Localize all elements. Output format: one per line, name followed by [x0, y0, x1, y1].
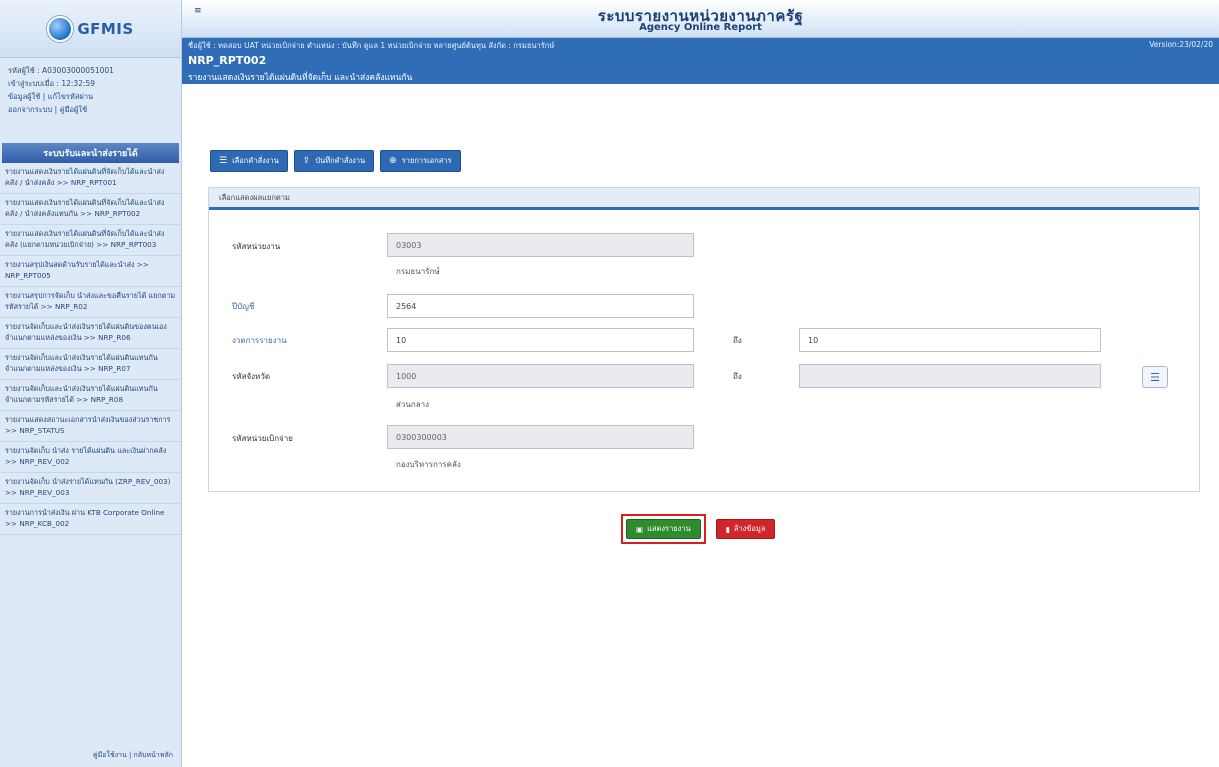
document-list-button[interactable]: ⊕ รายการเอกสาร — [380, 150, 461, 172]
select-command-button[interactable]: ☰ เลือกคำสั่งงาน — [210, 150, 288, 172]
report-title-bar: ชื่อผู้ใช้ : ทดสอบ UAT หน่วยเบิกจ่าย ตำแ… — [182, 38, 1219, 84]
user-info: รหัสผู้ใช้ : A03003000051001 เข้าสู่ระบบ… — [0, 58, 181, 143]
upload-icon: ⇪ — [302, 156, 311, 166]
save-command-button[interactable]: ⇪ บันทึกคำสั่งงาน — [293, 150, 375, 172]
province-code-label: รหัสจังหวัด — [232, 372, 271, 381]
sidebar: GFMIS รหัสผู้ใช้ : A03003000051001 เข้าส… — [0, 0, 182, 767]
province-name: ส่วนกลาง — [396, 400, 429, 409]
period-from-field[interactable]: 10 — [387, 328, 694, 352]
sidebar-footer-links[interactable]: คู่มือใช้งาน | กลับหน้าหลัก — [93, 750, 173, 761]
app-header: ≡ ระบบรายงานหน่วยงานภาครัฐ Agency Online… — [182, 0, 1219, 38]
panel-header: เลือกแสดงผลแยกตาม — [209, 188, 1199, 210]
sidebar-menu-title[interactable]: ระบบรับและนำส่งรายได้ — [2, 143, 179, 163]
clear-data-button[interactable]: ▮ ล้างข้อมูล — [715, 519, 776, 539]
plus-circle-icon: ⊕ — [389, 156, 397, 166]
show-report-button[interactable]: ▣ แสดงรายงาน — [626, 519, 701, 539]
report-period-label: งวดการรายงาน — [232, 336, 287, 345]
province-from-field: 1000 — [387, 364, 694, 388]
globe-icon — [47, 15, 74, 42]
toolbar: ☰ เลือกคำสั่งงาน ⇪ บันทึกคำสั่งงาน ⊕ ราย… — [210, 150, 461, 172]
sidebar-item-nrp-rpt001[interactable]: รายงานแสดงเงินรายได้แผ่นดินที่จัดเก็บได้… — [0, 163, 181, 194]
disbursement-unit-name: กองบริหารการคลัง — [396, 460, 461, 469]
agency-name: กรมธนารักษ์ — [396, 267, 440, 276]
app-title-en: Agency Online Report — [639, 22, 762, 33]
user-id: รหัสผู้ใช้ : A03003000051001 — [8, 66, 114, 75]
fiscal-year-label: ปีบัญชี — [232, 302, 255, 311]
period-to-label: ถึง — [733, 336, 742, 345]
sidebar-item-nrp-rpt005[interactable]: รายงานสรุปเงินสดด้านรับรายได้และนำส่ง >>… — [0, 256, 181, 287]
list-icon: ☰ — [1150, 370, 1160, 384]
province-to-label: ถึง — [733, 372, 742, 381]
sidebar-item-nrp-r07[interactable]: รายงานจัดเก็บและนำส่งเงินรายได้แผ่นดินแท… — [0, 349, 181, 380]
logo-area: GFMIS — [0, 0, 181, 58]
version-label: Version:23/02/20 — [1149, 40, 1213, 49]
sidebar-item-nrp-r02[interactable]: รายงานสรุปการจัดเก็บ นำส่งและขอคืนรายได้… — [0, 287, 181, 318]
logout-links[interactable]: ออกจากระบบ | คู่มือผู้ใช้ — [8, 103, 175, 116]
user-detail-line: ชื่อผู้ใช้ : ทดสอบ UAT หน่วยเบิกจ่าย ตำแ… — [188, 41, 555, 50]
trash-icon: ▮ — [725, 524, 730, 534]
sidebar-item-nrp-rev-002[interactable]: รายงานจัดเก็บ นำส่ง รายได้แผ่นดิน และเงิ… — [0, 442, 181, 473]
user-links[interactable]: ข้อมูลผู้ใช้ | แก้ไขรหัสผ่าน — [8, 90, 175, 103]
sidebar-item-nrp-kcb-002[interactable]: รายงานการนำส่งเงิน ผ่าน KTB Corporate On… — [0, 504, 181, 535]
report-description: รายงานแสดงเงินรายได้แผ่นดินที่จัดเก็บ แล… — [188, 73, 413, 83]
agency-code-field: 03003 — [387, 233, 694, 257]
sidebar-item-nrp-rpt002[interactable]: รายงานแสดงเงินรายได้แผ่นดินที่จัดเก็บได้… — [0, 194, 181, 225]
period-to-field[interactable]: 10 — [799, 328, 1101, 352]
province-list-button[interactable]: ☰ — [1142, 366, 1168, 388]
fiscal-year-field[interactable]: 2564 — [387, 294, 694, 318]
login-time: เข้าสู่ระบบเมื่อ : 12:32:59 — [8, 79, 96, 88]
sidebar-menu: รายงานแสดงเงินรายได้แผ่นดินที่จัดเก็บได้… — [0, 163, 181, 535]
sidebar-item-nrp-r08[interactable]: รายงานจัดเก็บและนำส่งเงินรายได้แผ่นดินแท… — [0, 380, 181, 411]
action-buttons: ▣ แสดงรายงาน ▮ ล้างข้อมูล — [621, 514, 776, 544]
disbursement-unit-field: 0300300003 — [387, 425, 694, 449]
agency-code-label: รหัสหน่วยงาน — [232, 242, 281, 251]
report-button-highlight: ▣ แสดงรายงาน — [621, 514, 706, 544]
sidebar-item-nrp-rev-003[interactable]: รายงานจัดเก็บ นำส่งรายได้แทนกัน (ZRP_REV… — [0, 473, 181, 504]
province-to-field — [799, 364, 1101, 388]
logo-text: GFMIS — [77, 19, 134, 38]
disbursement-unit-label: รหัสหน่วยเบิกจ่าย — [232, 434, 293, 443]
gfmis-logo[interactable]: GFMIS — [47, 15, 134, 42]
report-code: NRP_RPT002 — [188, 54, 267, 67]
report-icon: ▣ — [636, 524, 644, 534]
list-icon: ☰ — [219, 156, 228, 166]
sidebar-item-nrp-rpt003[interactable]: รายงานแสดงเงินรายได้แผ่นดินที่จัดเก็บได้… — [0, 225, 181, 256]
sidebar-item-nrp-status[interactable]: รายงานแสดงสถานะเอกสารนำส่งเงินของส่วนราช… — [0, 411, 181, 442]
sidebar-item-nrp-r06[interactable]: รายงานจัดเก็บและนำส่งเงินรายได้แผ่นดินขอ… — [0, 318, 181, 349]
